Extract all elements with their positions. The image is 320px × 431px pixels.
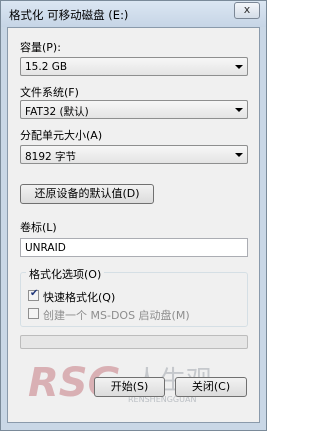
close-window-button[interactable]: x	[234, 2, 260, 19]
filesystem-dropdown[interactable]: FAT32 (默认)	[20, 100, 248, 119]
capacity-dropdown[interactable]: 15.2 GB	[20, 57, 248, 76]
chevron-down-icon	[235, 108, 243, 112]
checkmark-icon: ✔	[30, 288, 39, 299]
format-options-title: 格式化选项(O)	[26, 266, 105, 282]
title-bar: 格式化 可移动磁盘 (E:) x	[1, 1, 266, 27]
volume-label: 卷标(L)	[20, 221, 57, 234]
checkbox-box[interactable]: ✔	[28, 288, 39, 301]
capacity-label: 容量(P):	[20, 41, 61, 54]
ms-dos-label: 创建一个 MS-DOS 启动盘(M)	[43, 309, 190, 322]
start-button[interactable]: 开始(S)	[94, 377, 165, 397]
chevron-down-icon	[235, 153, 243, 157]
format-dialog: 格式化 可移动磁盘 (E:) x 容量(P): 15.2 GB 文件系统(F) …	[0, 0, 267, 431]
filesystem-label: 文件系统(F)	[20, 86, 79, 99]
window-title: 格式化 可移动磁盘 (E:)	[9, 8, 129, 22]
format-progress-bar	[20, 335, 248, 349]
close-button[interactable]: 关闭(C)	[175, 377, 247, 397]
filesystem-value: FAT32 (默认)	[25, 106, 89, 118]
restore-defaults-button[interactable]: 还原设备的默认值(D)	[20, 184, 154, 204]
volume-label-input[interactable]: UNRAID	[20, 238, 248, 257]
allocation-label: 分配单元大小(A)	[20, 129, 103, 142]
close-icon: x	[243, 3, 251, 16]
chevron-down-icon	[235, 65, 243, 69]
capacity-value: 15.2 GB	[25, 61, 68, 73]
allocation-dropdown[interactable]: 8192 字节	[20, 145, 248, 164]
quick-format-label: 快速格式化(Q)	[43, 291, 116, 304]
dialog-body: 容量(P): 15.2 GB 文件系统(F) FAT32 (默认) 分配单元大小…	[7, 27, 260, 423]
volume-label-value: UNRAID	[25, 242, 66, 254]
allocation-value: 8192 字节	[25, 151, 77, 163]
checkbox-box[interactable]	[28, 308, 39, 319]
